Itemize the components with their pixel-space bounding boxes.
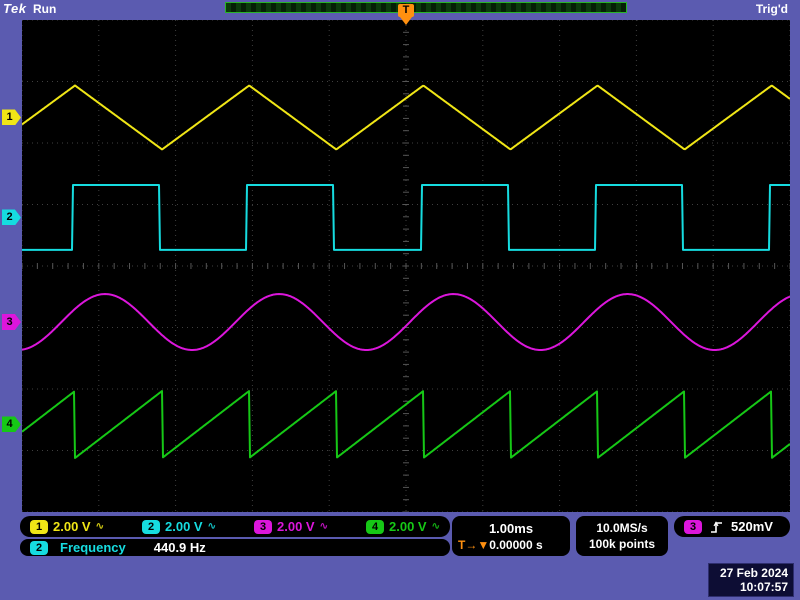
acquisition-readout: 10.0MS/s 100k points: [576, 516, 668, 556]
channel-2-coupling-icon: ∿: [208, 521, 216, 532]
channel-2-position-marker: 2: [2, 209, 21, 225]
horizontal-readout: 1.00ms T→▼0.00000 s: [452, 516, 570, 556]
measurement-value: 440.9 Hz: [154, 540, 206, 555]
channel-readouts-bar: 1 2.00 V ∿ 2 2.00 V ∿ 3 2.00 V ∿ 4 2.00 …: [20, 516, 450, 537]
graticule: [22, 20, 790, 512]
channel-2-readout: 2 2.00 V ∿: [142, 519, 216, 534]
acquisition-state: Run: [33, 2, 56, 16]
record-length: 100k points: [589, 537, 655, 551]
channel-1-coupling-icon: ∿: [96, 521, 104, 532]
measurement-name: Frequency: [60, 540, 126, 555]
channel-1-position-marker: 1: [2, 109, 21, 125]
trigger-position-marker: T: [398, 4, 414, 17]
time-label: 10:07:57: [714, 580, 788, 594]
channel-3-badge: 3: [254, 520, 272, 534]
channel-1-badge: 1: [30, 520, 48, 534]
waveform-display: [22, 20, 790, 512]
channel-1-scale: 2.00 V: [53, 519, 91, 534]
trigger-readout: 3 520mV: [674, 516, 790, 537]
trigger-source-badge: 3: [684, 520, 702, 534]
channel-3-position-marker: 3: [2, 314, 21, 330]
tek-logo: Tek: [3, 1, 26, 16]
datetime-box: 27 Feb 2024 10:07:57: [708, 563, 794, 597]
trigger-status: Trig'd: [756, 2, 788, 16]
measurement-source-badge: 2: [30, 541, 48, 555]
channel-4-badge: 4: [366, 520, 384, 534]
channel-3-scale: 2.00 V: [277, 519, 315, 534]
channel-1-readout: 1 2.00 V ∿: [30, 519, 104, 534]
channel-3-coupling-icon: ∿: [320, 521, 328, 532]
measurement-bar: 2 Frequency 440.9 Hz: [20, 539, 450, 556]
rising-edge-icon: [710, 520, 723, 534]
channel-2-scale: 2.00 V: [165, 519, 203, 534]
channel-3-readout: 3 2.00 V ∿: [254, 519, 328, 534]
date-label: 27 Feb 2024: [714, 566, 788, 580]
acquisition-progress-bar: [225, 2, 627, 13]
trigger-level: 520mV: [731, 519, 773, 534]
channel-2-badge: 2: [142, 520, 160, 534]
channel-4-scale: 2.00 V: [389, 519, 427, 534]
delay-arrows-icon: →▼: [465, 538, 489, 552]
channel-4-coupling-icon: ∿: [432, 521, 440, 532]
horizontal-scale: 1.00ms: [489, 521, 533, 536]
channel-4-position-marker: 4: [2, 416, 21, 432]
scope-screen: Tek Run T Trig'd 1 2.00 V ∿ 2 2.00 V ∿ 3…: [0, 0, 800, 600]
sample-rate: 10.0MS/s: [596, 521, 647, 535]
delay-value: 0.00000 s: [489, 538, 542, 552]
channel-4-readout: 4 2.00 V ∿: [366, 519, 440, 534]
horizontal-delay-readout: T→▼0.00000 s: [458, 538, 543, 552]
